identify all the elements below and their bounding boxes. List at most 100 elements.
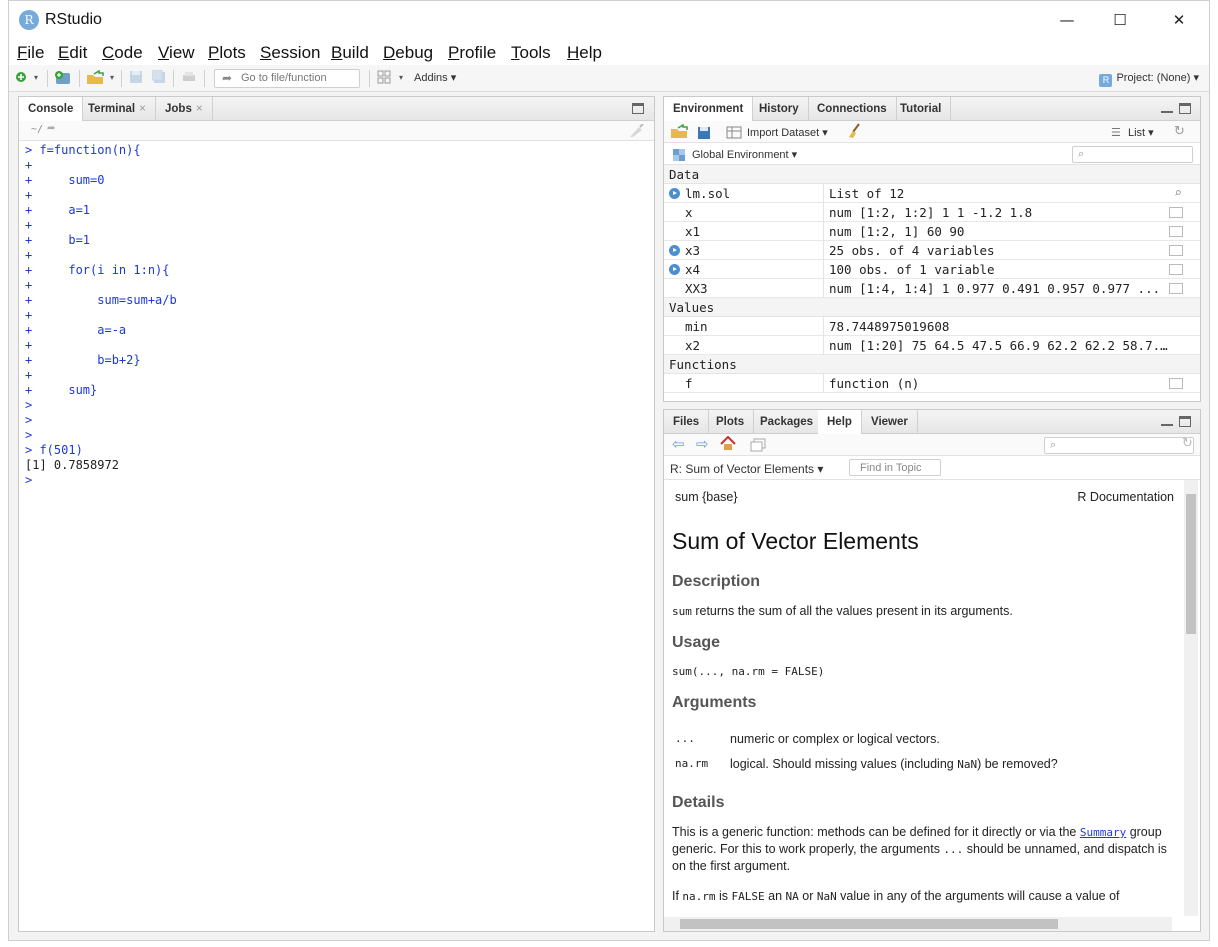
save-workspace-icon[interactable]: [697, 125, 711, 144]
list-view-dropdown[interactable]: List ▾: [1128, 126, 1154, 139]
restore-pane-icon[interactable]: [632, 103, 644, 114]
menu-session[interactable]: Session: [260, 43, 320, 63]
help-viewport[interactable]: sum {base} R Documentation Sum of Vector…: [664, 480, 1184, 918]
home-icon[interactable]: [720, 435, 736, 455]
tab-plots[interactable]: Plots: [707, 410, 755, 434]
help-horizontal-scroll-thumb[interactable]: [680, 919, 1058, 929]
close-tab-icon[interactable]: ×: [196, 103, 203, 115]
grid-icon[interactable]: [1169, 207, 1183, 218]
menu-plots[interactable]: Plots: [208, 43, 246, 63]
help-search-input[interactable]: ⌕: [1044, 437, 1194, 454]
workspace-panes-dropdown-icon[interactable]: ▾: [396, 70, 406, 86]
minimize-pane-icon[interactable]: [1161, 422, 1173, 426]
menu-tools[interactable]: Tools: [511, 43, 551, 63]
environment-row[interactable]: x4 100 obs. of 1 variable: [664, 260, 1200, 279]
workspace-panes-icon[interactable]: [376, 70, 392, 86]
menu-debug[interactable]: Debug: [383, 43, 433, 63]
help-topic-dropdown[interactable]: R: Sum of Vector Elements ▾: [670, 462, 823, 476]
addins-menu[interactable]: Addins ▾: [414, 71, 456, 84]
new-file-icon[interactable]: [13, 70, 29, 86]
magnifier-icon[interactable]: ⌕: [1174, 184, 1182, 203]
expand-arrow-icon[interactable]: [669, 264, 680, 275]
import-dataset-icon[interactable]: [726, 125, 742, 144]
menu-code[interactable]: Code: [102, 43, 143, 63]
environment-row[interactable]: lm.sol List of 12 ⌕: [664, 184, 1200, 203]
environment-row[interactable]: f function (n): [664, 374, 1200, 393]
maximize-pane-icon[interactable]: [1179, 416, 1191, 427]
environment-row[interactable]: x num [1:2, 1:2] 1 1 -1.2 1.8: [664, 203, 1200, 222]
tab-environment[interactable]: Environment: [664, 97, 754, 122]
print-icon[interactable]: [181, 70, 197, 86]
refresh-icon[interactable]: ↻: [1182, 436, 1193, 451]
menu-help[interactable]: Help: [567, 43, 602, 63]
menu-view[interactable]: View: [158, 43, 195, 63]
tab-viewer[interactable]: Viewer: [862, 410, 918, 434]
environment-row[interactable]: XX3 num [1:4, 1:4] 1 0.977 0.491 0.957 0.…: [664, 279, 1200, 298]
load-workspace-icon[interactable]: [670, 123, 690, 144]
tab-history[interactable]: History: [750, 97, 809, 121]
tab-packages[interactable]: Packages: [751, 410, 824, 434]
show-in-window-icon[interactable]: [750, 437, 766, 456]
global-environment-dropdown[interactable]: Global Environment ▾: [692, 148, 797, 161]
grid-icon[interactable]: [1169, 264, 1183, 275]
console-output[interactable]: > f=function(n){+ + sum=0 + + a=1 + + b=1 + + f…: [25, 143, 177, 488]
help-document: sum {base} R Documentation Sum of Vector…: [672, 490, 1174, 918]
environment-row[interactable]: x2 num [1:20] 75 64.5 47.5 66.9 62.2 62.2…: [664, 336, 1200, 355]
save-icon[interactable]: [128, 70, 144, 86]
help-vertical-scroll-thumb[interactable]: [1186, 494, 1196, 634]
close-button[interactable]: ✕: [1156, 5, 1202, 35]
clear-workspace-icon[interactable]: [847, 123, 863, 143]
rstudio-logo-icon: R: [19, 10, 39, 30]
console-prompt: +: [25, 188, 33, 202]
grid-icon[interactable]: [1169, 226, 1183, 237]
menu-profile[interactable]: Profile: [448, 43, 496, 63]
goto-file-function-input[interactable]: ➦ Go to file/function: [214, 69, 360, 88]
list-view-icon[interactable]: ☰: [1111, 126, 1121, 139]
find-in-topic-input[interactable]: Find in Topic: [849, 459, 941, 476]
console-line: >: [25, 428, 177, 443]
expand-arrow-icon[interactable]: [669, 188, 680, 199]
expand-arrow-icon[interactable]: [669, 245, 680, 256]
tab-tutorial[interactable]: Tutorial: [891, 97, 952, 121]
console-line: +: [25, 158, 177, 173]
tab-console[interactable]: Console: [19, 97, 84, 122]
refresh-icon[interactable]: ↻: [1174, 124, 1185, 139]
goto-directory-icon[interactable]: ➦: [47, 123, 55, 134]
tab-help[interactable]: Help: [818, 410, 862, 435]
back-arrow-icon[interactable]: ⇦: [672, 435, 685, 453]
open-file-dropdown-icon[interactable]: ▾: [107, 70, 117, 86]
tab-terminal[interactable]: Terminal ×: [79, 97, 156, 121]
environment-search-input[interactable]: ⌕: [1072, 146, 1193, 163]
grid-icon[interactable]: [1169, 283, 1183, 294]
environment-row[interactable]: x1 num [1:2, 1] 60 90: [664, 222, 1200, 241]
menu-file[interactable]: File: [17, 43, 44, 63]
script-icon[interactable]: [1169, 378, 1183, 389]
minimize-button[interactable]: —: [1044, 5, 1090, 35]
tab-jobs[interactable]: Jobs ×: [156, 97, 213, 121]
help-vertical-scrollbar[interactable]: [1184, 480, 1198, 916]
grid-icon[interactable]: [1169, 245, 1183, 256]
summary-link[interactable]: Summary: [1080, 826, 1126, 839]
minimize-pane-icon[interactable]: [1161, 109, 1173, 113]
menu-build[interactable]: Build: [331, 43, 369, 63]
maximize-pane-icon[interactable]: [1179, 103, 1191, 114]
clear-console-icon[interactable]: [628, 123, 646, 142]
environment-row[interactable]: min 78.7448975019608: [664, 317, 1200, 336]
open-file-icon[interactable]: [86, 69, 106, 86]
save-all-icon[interactable]: [151, 69, 167, 86]
close-tab-icon[interactable]: ×: [139, 103, 146, 115]
environment-row[interactable]: x3 25 obs. of 4 variables: [664, 241, 1200, 260]
console-code-text: b=b+2}: [32, 353, 141, 367]
tab-connections[interactable]: Connections: [808, 97, 897, 121]
import-dataset-button[interactable]: Import Dataset ▾: [747, 126, 828, 139]
maximize-button[interactable]: ☐: [1097, 5, 1143, 35]
new-file-dropdown-icon[interactable]: ▾: [31, 70, 41, 86]
project-menu[interactable]: R Project: (None) ▾: [1099, 71, 1199, 87]
forward-arrow-icon[interactable]: ⇨: [696, 435, 709, 453]
toolbar-separator: [121, 70, 122, 87]
tab-files[interactable]: Files: [664, 410, 710, 434]
working-directory[interactable]: ~/: [31, 124, 43, 135]
menu-edit[interactable]: Edit: [58, 43, 87, 63]
help-horizontal-scrollbar[interactable]: [664, 917, 1172, 931]
new-project-icon[interactable]: [54, 70, 74, 86]
